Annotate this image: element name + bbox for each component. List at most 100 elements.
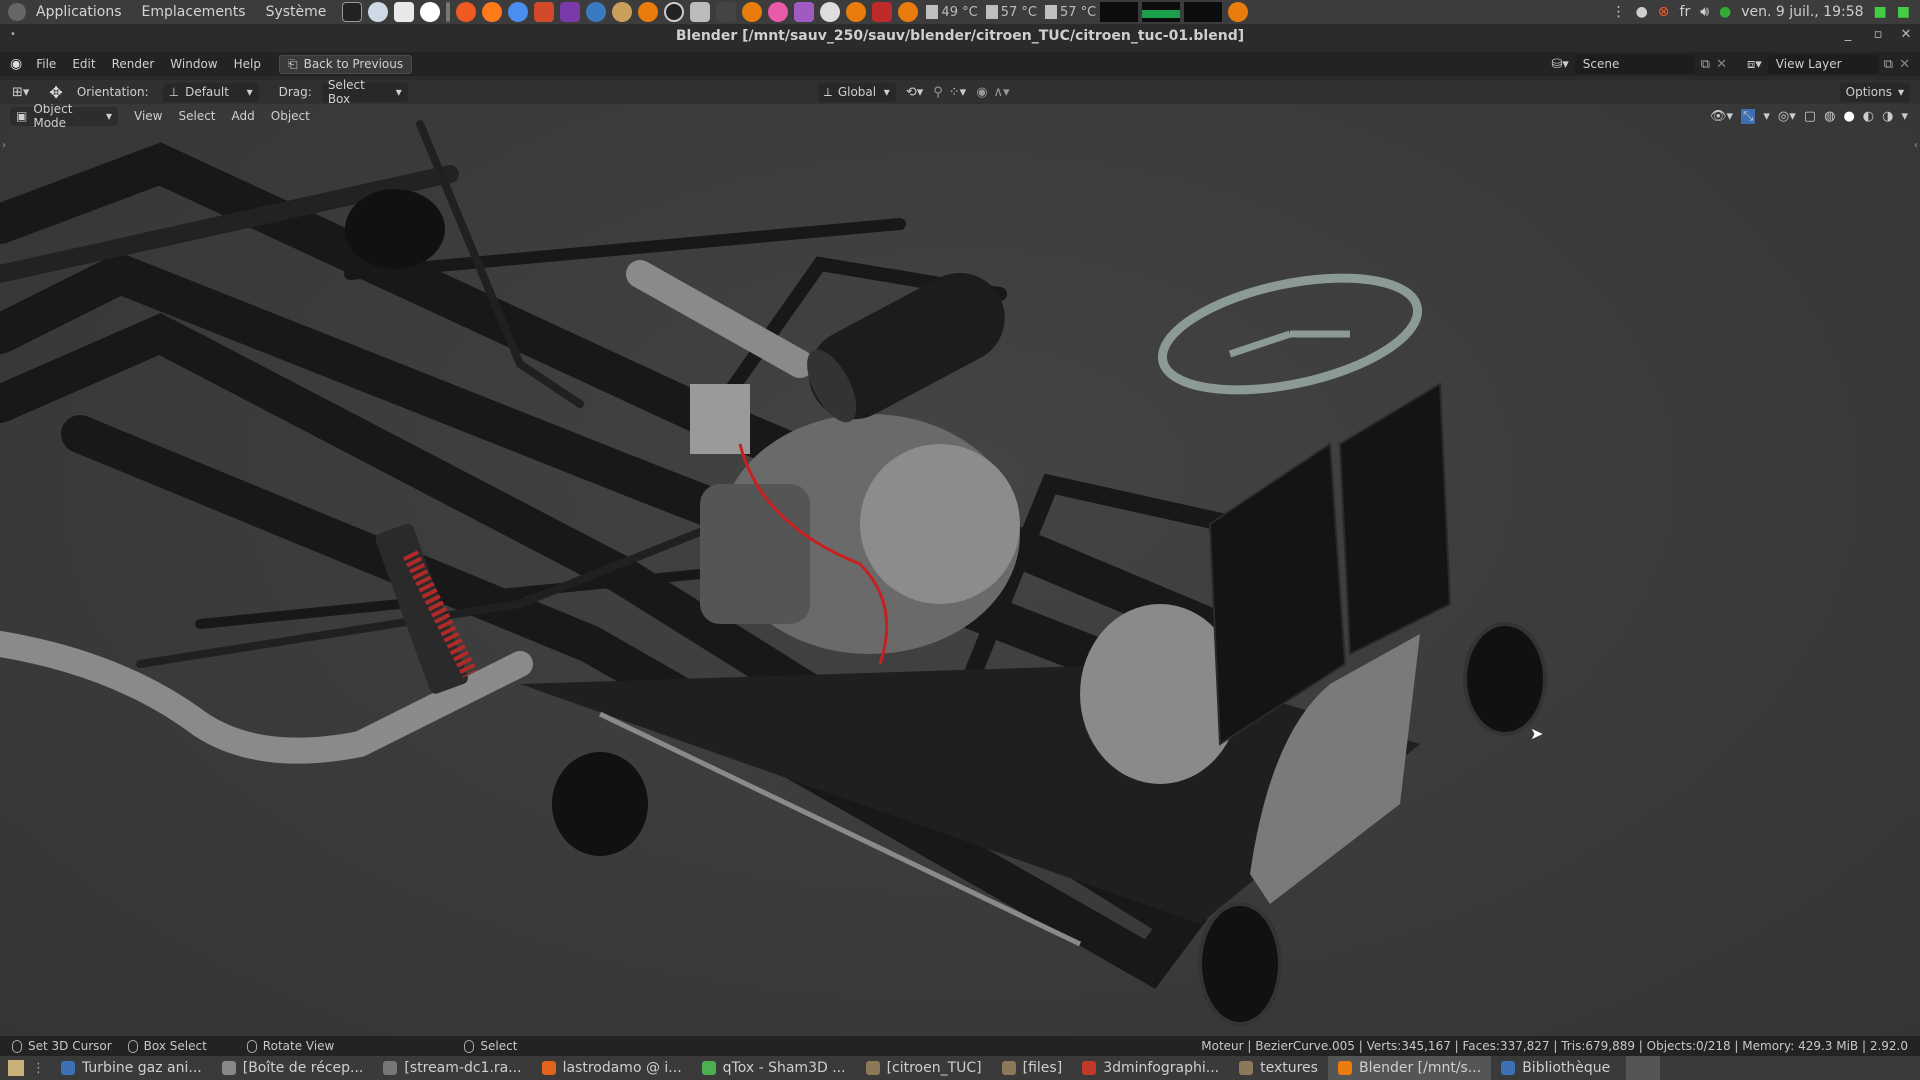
blender-icon[interactable]	[1228, 2, 1249, 22]
skull-icon[interactable]	[820, 2, 841, 22]
close-icon[interactable]: ✕	[1898, 27, 1914, 42]
volume-icon[interactable]: 🔊︎	[1700, 4, 1709, 20]
taskbar-item[interactable]: qTox - Sham3D ...	[692, 1056, 856, 1080]
system-tray: ⋮ ● ⊗ fr 🔊︎ ● ven. 9 juil., 19:58 ■ ■	[1612, 4, 1920, 20]
gimp-icon[interactable]	[612, 2, 633, 22]
3d-viewport[interactable]: ▣ Object Mode ▾ View Select Add Object 👁…	[0, 104, 1920, 1036]
taskbar-item[interactable]: [Boîte de récep...	[212, 1056, 374, 1080]
taskbar-item-label: [citroen_TUC]	[886, 1060, 982, 1076]
menu-applications[interactable]: Applications	[26, 4, 132, 20]
menu-places[interactable]: Emplacements	[132, 4, 256, 20]
app-icon[interactable]	[420, 2, 441, 22]
menu-edit[interactable]: Edit	[64, 57, 103, 71]
drag-dropdown[interactable]: Select Box ▾	[321, 78, 408, 106]
firefox-icon[interactable]	[482, 2, 503, 22]
taskbar: ⋮ Turbine gaz ani... [Boîte de récep... [s…	[0, 1056, 1920, 1080]
top-panel: Applications Emplacements Système 49 °C …	[0, 0, 1920, 24]
taskbar-item[interactable]: lastrodamo @ i...	[532, 1056, 692, 1080]
app-icon[interactable]	[794, 2, 815, 22]
blender-logo-icon[interactable]: ◉	[10, 56, 22, 72]
taskbar-item-label: textures	[1260, 1060, 1318, 1076]
view-layer-icon[interactable]: ⧈▾	[1747, 57, 1762, 72]
remove-scene-icon[interactable]: ✕	[1716, 57, 1727, 72]
taskbar-item[interactable]: textures	[1229, 1056, 1328, 1080]
show-desktop-icon[interactable]	[8, 1060, 24, 1076]
view-layer-field[interactable]: View Layer	[1767, 54, 1878, 74]
menu-window[interactable]: Window	[162, 57, 225, 71]
taskbar-item[interactable]: [stream-dc1.ra...	[373, 1056, 531, 1080]
distro-icon[interactable]	[8, 3, 26, 21]
taskbar-item[interactable]: 3dminfographi...	[1072, 1056, 1229, 1080]
tool-settings-header: ⊞▾ ✥ Orientation: ⊥ Default ▾ Drag: Sele…	[0, 78, 1920, 106]
chassis-rail	[0, 312, 1208, 989]
app-icon[interactable]	[534, 2, 555, 22]
obs-icon[interactable]	[664, 2, 685, 22]
window-icon	[383, 1061, 398, 1075]
text-editor-icon[interactable]	[394, 2, 415, 22]
app-icon[interactable]	[560, 2, 581, 22]
maximize-icon[interactable]: ▫	[1870, 27, 1886, 42]
taskbar-item[interactable]: Blender [/mnt/s...	[1327, 1056, 1492, 1080]
taskbar-item[interactable]: [files]	[992, 1056, 1073, 1080]
mouse-drag-icon	[127, 1039, 138, 1053]
new-scene-icon[interactable]: ⧉	[1701, 57, 1710, 72]
pivot-icon: ⊥	[168, 85, 180, 99]
keyboard-layout[interactable]: fr	[1680, 4, 1691, 20]
taskbar-item-label: 3dminfographi...	[1103, 1060, 1220, 1076]
blender-icon[interactable]	[638, 2, 659, 22]
orientation-dropdown[interactable]: ⊥ Default ▾	[162, 82, 259, 102]
blender-icon[interactable]	[898, 2, 919, 22]
menu-file[interactable]: File	[28, 57, 64, 71]
remove-view-layer-icon[interactable]: ✕	[1899, 57, 1910, 72]
chassis-rail	[0, 142, 1222, 722]
transform-tool-icon[interactable]: ✥	[49, 83, 62, 102]
pivot-point-icon[interactable]: ⟲▾	[906, 85, 923, 100]
taskbar-item[interactable]: Turbine gaz ani...	[51, 1056, 212, 1080]
app-icon[interactable]	[768, 2, 789, 22]
chromium-icon[interactable]	[508, 2, 529, 22]
menu-dots-icon[interactable]: ⋮	[1612, 4, 1626, 20]
taskbar-item[interactable]: Bibliothèque	[1491, 1056, 1620, 1080]
snap-target-icon[interactable]: ⁘▾	[949, 85, 966, 100]
window-icon	[541, 1061, 556, 1075]
app-tray-icon[interactable]: ■	[1874, 4, 1887, 20]
blender-task-icon[interactable]	[1626, 1056, 1661, 1080]
blender-icon[interactable]	[846, 2, 867, 22]
status-bar: Set 3D Cursor Box Select Rotate View Sel…	[0, 1036, 1920, 1056]
new-view-layer-icon[interactable]: ⧉	[1884, 57, 1893, 72]
obs-tray-icon[interactable]: ●	[1636, 4, 1648, 20]
menu-render[interactable]: Render	[104, 57, 163, 71]
window-icon	[1082, 1061, 1097, 1075]
menu-help[interactable]: Help	[226, 57, 269, 71]
minimize-icon[interactable]: _	[1840, 27, 1856, 42]
browser-icon[interactable]	[368, 2, 389, 22]
options-dropdown[interactable]: Options ▾	[1839, 82, 1910, 102]
back-to-previous-button[interactable]: ⎗ Back to Previous	[278, 54, 413, 74]
snap-icon[interactable]: ⚲	[933, 85, 943, 100]
menu-system[interactable]: Système	[256, 4, 337, 20]
window-icon	[701, 1061, 716, 1075]
filezilla-icon[interactable]	[872, 2, 893, 22]
taskbar-item-label: qTox - Sham3D ...	[722, 1060, 846, 1076]
transform-orientation-dropdown[interactable]: ⟂ Global ▾	[817, 82, 896, 102]
taskbar-item-label: [stream-dc1.ra...	[404, 1060, 522, 1076]
clock[interactable]: ven. 9 juil., 19:58	[1741, 4, 1863, 20]
app-tray-icon[interactable]: ■	[1897, 4, 1910, 20]
network-graph	[1184, 2, 1223, 22]
editor-type-icon[interactable]: ⊞▾	[12, 85, 29, 100]
falloff-icon[interactable]: ∧▾	[994, 85, 1010, 100]
blender-icon[interactable]	[742, 2, 763, 22]
app-icon[interactable]	[690, 2, 711, 22]
window-icon	[61, 1061, 75, 1075]
window-title-bar[interactable]: • Blender [/mnt/sauv_250/sauv/blender/ci…	[0, 24, 1920, 50]
xampp-tray-icon[interactable]: ⊗	[1658, 4, 1670, 20]
xampp-icon[interactable]	[456, 2, 477, 22]
app-icon[interactable]	[716, 2, 737, 22]
network-status-icon[interactable]: ●	[1719, 4, 1731, 20]
app-icon[interactable]	[586, 2, 607, 22]
scene-field[interactable]: Scene	[1574, 54, 1695, 74]
scene-icon[interactable]: ⛁▾	[1551, 57, 1568, 72]
proportional-edit-icon[interactable]: ◉	[976, 85, 987, 100]
taskbar-item[interactable]: [citroen_TUC]	[856, 1056, 992, 1080]
terminal-icon[interactable]	[342, 2, 363, 22]
